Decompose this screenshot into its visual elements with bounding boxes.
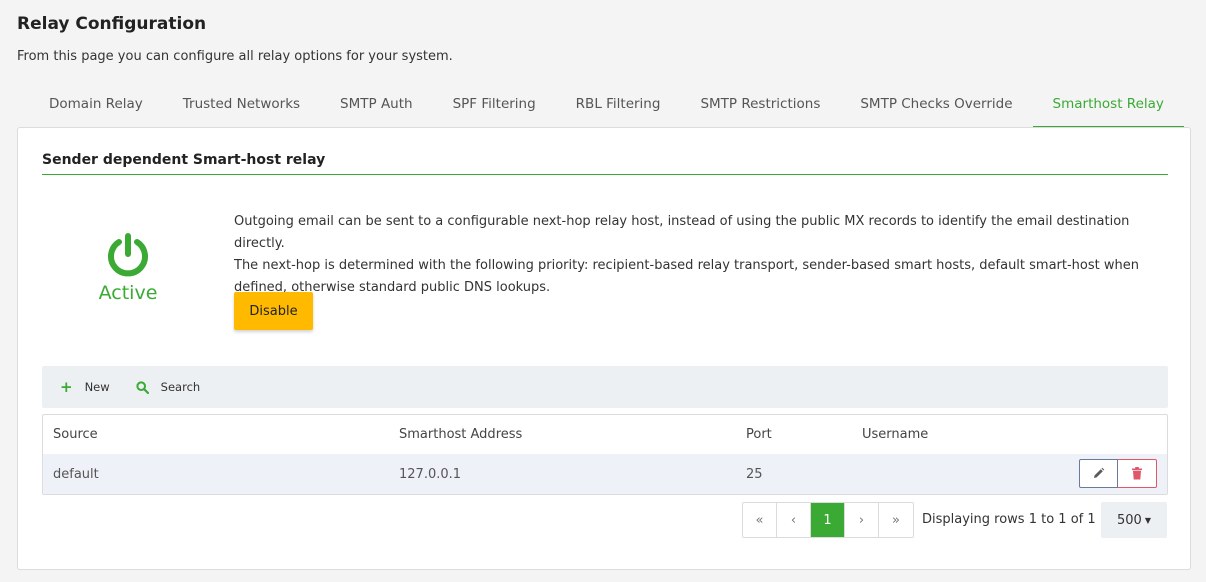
plus-icon: +	[60, 377, 73, 396]
caret-down-icon: ▼	[1144, 515, 1151, 525]
feature-description: Outgoing email can be sent to a configur…	[234, 211, 1164, 299]
tab-smarthost-relay[interactable]: Smarthost Relay	[1032, 85, 1184, 128]
search-button-label: Search	[160, 380, 201, 394]
trash-icon	[1132, 467, 1142, 480]
page-description: From this page you can configure all rel…	[17, 49, 453, 64]
smarthost-table: Source Smarthost Address Port Username d…	[42, 414, 1168, 495]
new-button[interactable]: + New	[60, 377, 110, 396]
table-header: Source Smarthost Address Port Username	[43, 415, 1167, 454]
table-toolbar: + New Search	[42, 366, 1168, 408]
new-button-label: New	[84, 380, 110, 394]
delete-button[interactable]	[1118, 459, 1157, 488]
header-source[interactable]: Source	[53, 415, 98, 454]
power-icon	[108, 233, 148, 277]
table-row[interactable]: default 127.0.0.1 25	[43, 454, 1167, 494]
tab-smtp-auth[interactable]: SMTP Auth	[320, 85, 433, 128]
search-button[interactable]: Search	[136, 380, 201, 394]
cell-address: 127.0.0.1	[399, 466, 462, 482]
edit-button[interactable]	[1079, 459, 1118, 488]
header-username[interactable]: Username	[862, 415, 928, 454]
prev-page-button[interactable]: ‹	[777, 503, 811, 537]
cell-source: default	[53, 466, 99, 482]
header-address[interactable]: Smarthost Address	[399, 415, 522, 454]
rows-per-page-dropdown[interactable]: 500 ▼	[1101, 502, 1167, 538]
status-label: Active	[98, 282, 158, 304]
description-line-2: The next-hop is determined with the foll…	[234, 258, 1139, 295]
smarthost-panel: Sender dependent Smart-host relay Active…	[17, 127, 1191, 570]
tab-bar: Domain Relay Trusted Networks SMTP Auth …	[17, 85, 1191, 128]
cell-port: 25	[746, 466, 763, 482]
rows-per-page-value: 500	[1117, 512, 1142, 528]
pencil-icon	[1094, 467, 1105, 478]
status-indicator: Active	[78, 232, 178, 304]
tab-domain-relay[interactable]: Domain Relay	[17, 85, 163, 128]
tab-smtp-checks-override[interactable]: SMTP Checks Override	[840, 85, 1032, 128]
search-icon	[136, 380, 149, 394]
tab-smtp-restrictions[interactable]: SMTP Restrictions	[680, 85, 840, 128]
row-actions	[1079, 459, 1157, 488]
first-page-button[interactable]: «	[743, 503, 777, 537]
header-port[interactable]: Port	[746, 415, 772, 454]
last-page-button[interactable]: »	[879, 503, 913, 537]
page-title: Relay Configuration	[17, 14, 207, 34]
section-title: Sender dependent Smart-host relay	[42, 152, 326, 168]
disable-button[interactable]: Disable	[234, 292, 313, 330]
page-1-button[interactable]: 1	[811, 503, 845, 537]
tab-trusted-networks[interactable]: Trusted Networks	[163, 85, 320, 128]
pagination-info: Displaying rows 1 to 1 of 1	[922, 512, 1096, 527]
next-page-button[interactable]: ›	[845, 503, 879, 537]
tab-rbl-filtering[interactable]: RBL Filtering	[556, 85, 681, 128]
section-divider	[42, 174, 1168, 175]
tab-spf-filtering[interactable]: SPF Filtering	[433, 85, 556, 128]
description-line-1: Outgoing email can be sent to a configur…	[234, 214, 1130, 251]
pagination: « ‹ 1 › »	[742, 502, 914, 538]
